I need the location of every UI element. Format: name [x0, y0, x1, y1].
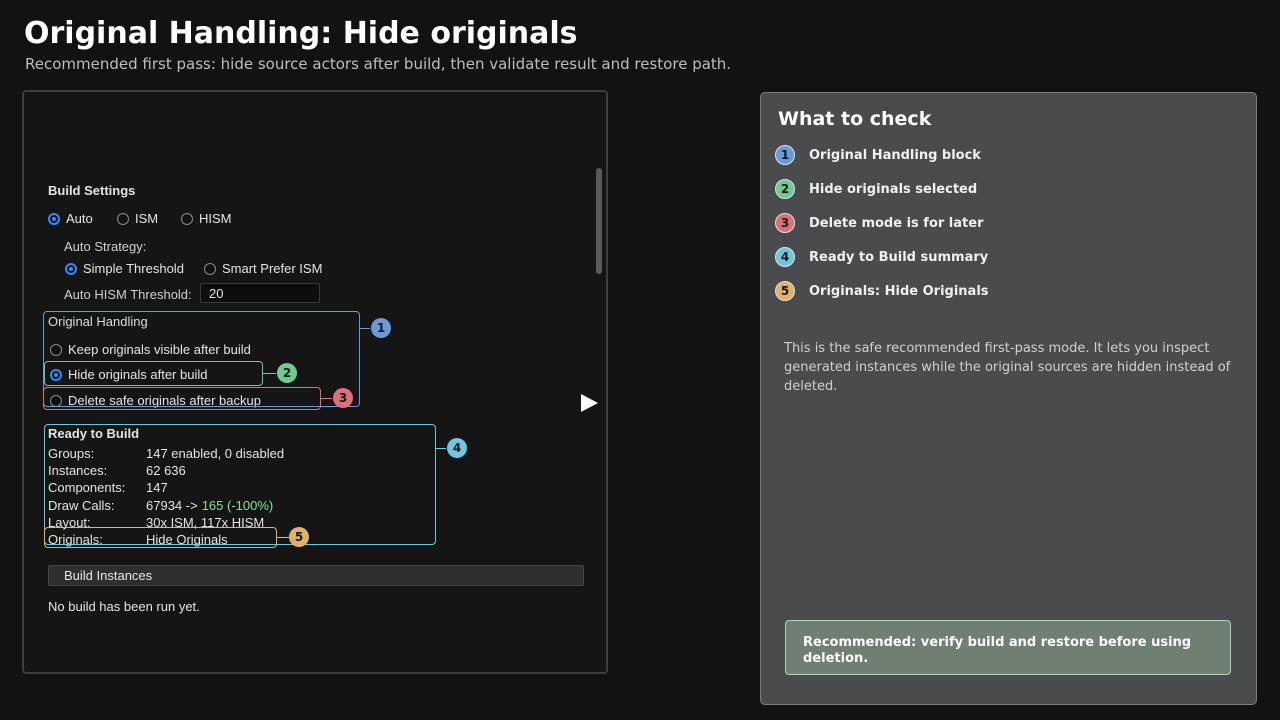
radio-mode-ism[interactable]: ISM — [117, 211, 158, 226]
check-label: Originals: Hide Originals — [809, 283, 989, 299]
radio-icon — [117, 212, 129, 225]
check-label: Ready to Build summary — [809, 249, 989, 265]
build-status-text: No build has been run yet. — [48, 599, 200, 614]
check-badge-2: 2 — [775, 179, 795, 199]
check-item-2: 2 Hide originals selected — [775, 179, 977, 199]
radio-icon — [204, 262, 216, 275]
hism-threshold-label: Auto HISM Threshold: — [64, 287, 192, 302]
radio-label: Smart Prefer ISM — [222, 261, 323, 276]
check-item-4: 4 Ready to Build summary — [775, 247, 988, 267]
callout-connector-5 — [277, 537, 289, 538]
callout-box-2 — [44, 361, 263, 386]
scrollbar[interactable] — [596, 168, 602, 274]
auto-strategy-label: Auto Strategy: — [64, 239, 147, 254]
radio-strategy-simple[interactable]: Simple Threshold — [65, 261, 184, 276]
radio-label: ISM — [135, 211, 159, 226]
info-title: What to check — [778, 108, 932, 130]
callout-box-5 — [44, 527, 277, 548]
radio-label: HISM — [199, 211, 232, 226]
radio-strategy-smart[interactable]: Smart Prefer ISM — [204, 261, 322, 276]
check-badge-1: 1 — [775, 145, 795, 165]
page-title: Original Handling: Hide originals — [24, 16, 578, 51]
radio-mode-hism[interactable]: HISM — [181, 211, 232, 226]
check-label: Original Handling block — [809, 147, 981, 163]
callout-badge-5: 5 — [289, 527, 309, 547]
callout-box-3 — [43, 387, 321, 410]
radio-icon — [181, 212, 193, 225]
check-badge-4: 4 — [775, 247, 795, 267]
check-badge-3: 3 — [775, 213, 795, 233]
callout-connector-1 — [360, 328, 370, 329]
callout-badge-2: 2 — [277, 363, 297, 383]
radio-icon — [65, 262, 77, 275]
build-settings-title: Build Settings — [48, 183, 136, 198]
check-item-1: 1 Original Handling block — [775, 145, 981, 165]
radio-label: Auto — [66, 211, 93, 226]
next-arrow-icon[interactable] — [581, 394, 598, 412]
callout-badge-3: 3 — [333, 388, 353, 408]
callout-connector-3 — [321, 398, 332, 399]
radio-label: Simple Threshold — [83, 261, 184, 276]
check-item-5: 5 Originals: Hide Originals — [775, 281, 989, 301]
callout-badge-4: 4 — [447, 438, 467, 458]
radio-icon — [48, 212, 60, 225]
check-item-3: 3 Delete mode is for later — [775, 213, 983, 233]
build-instances-button[interactable]: Build Instances — [48, 565, 584, 586]
check-badge-5: 5 — [775, 281, 795, 301]
callout-connector-2 — [263, 373, 276, 374]
radio-mode-auto[interactable]: Auto — [48, 211, 93, 226]
page-subtitle: Recommended first pass: hide source acto… — [25, 55, 732, 73]
check-label: Delete mode is for later — [809, 215, 984, 231]
callout-badge-1: 1 — [371, 318, 391, 338]
check-label: Hide originals selected — [809, 181, 978, 197]
info-panel: What to check 1 Original Handling block … — [760, 92, 1257, 705]
info-body-text: This is the safe recommended first-pass … — [784, 341, 1231, 394]
recommendation-box: Recommended: verify build and restore be… — [785, 620, 1231, 675]
callout-connector-4 — [436, 448, 446, 449]
hism-threshold-input[interactable]: 20 — [200, 283, 320, 303]
